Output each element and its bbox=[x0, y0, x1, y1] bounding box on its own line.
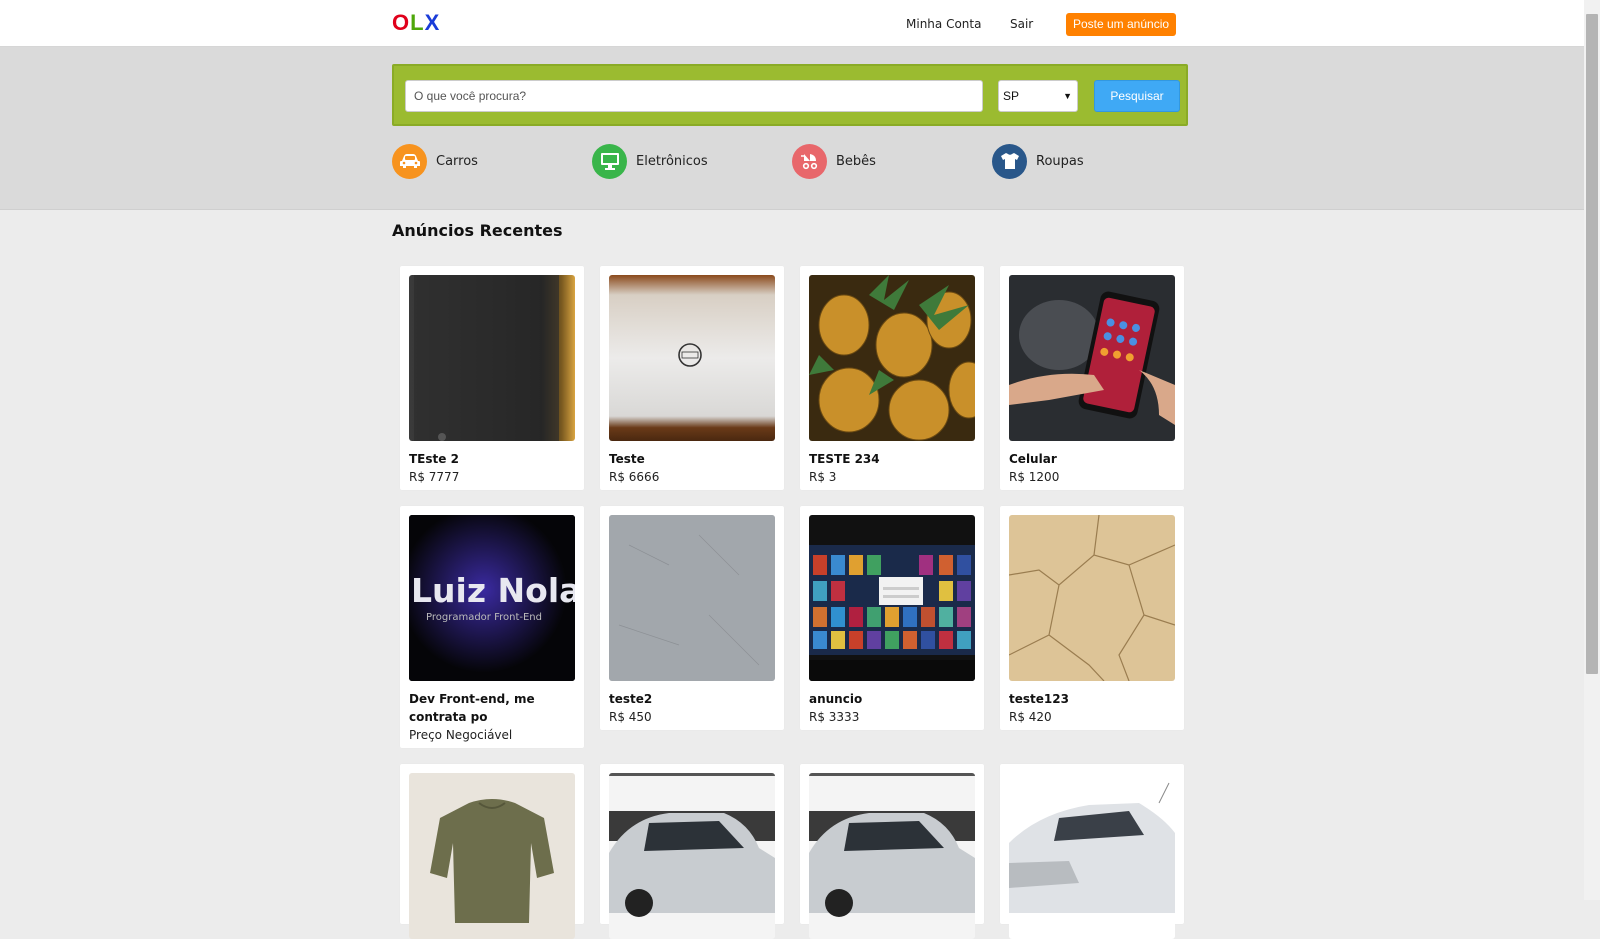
ad-image bbox=[409, 275, 575, 441]
recent-ads-title: Anúncios Recentes bbox=[392, 221, 563, 240]
ad-title: Teste bbox=[609, 452, 645, 466]
olx-logo[interactable]: OLX bbox=[392, 10, 440, 36]
post-ad-button[interactable]: Poste um anúncio bbox=[1066, 13, 1176, 36]
ad-price: R$ 3333 bbox=[809, 710, 860, 724]
baby-stroller-icon bbox=[792, 143, 827, 179]
monitor-icon bbox=[592, 143, 627, 179]
ad-price: R$ 6666 bbox=[609, 470, 660, 484]
category-label: Eletrônicos bbox=[636, 153, 708, 169]
logo-letter-x: X bbox=[424, 10, 441, 35]
page-scrollbar[interactable] bbox=[1584, 0, 1600, 900]
ad-title: Celular bbox=[1009, 452, 1057, 466]
ad-image bbox=[609, 515, 775, 681]
ad-image bbox=[1009, 275, 1175, 441]
category-carros[interactable]: Carros bbox=[392, 143, 478, 179]
logout-link[interactable]: Sair bbox=[1010, 17, 1033, 31]
ad-price: Preço Negociável bbox=[409, 728, 513, 742]
ad-image bbox=[409, 773, 575, 939]
search-section: SP ▼ Pesquisar Carros Eletrônicos Bebês … bbox=[0, 47, 1584, 210]
ad-price: R$ 3 bbox=[809, 470, 837, 484]
ad-card[interactable] bbox=[600, 764, 784, 939]
ad-card[interactable]: anuncio R$ 3333 bbox=[800, 506, 984, 730]
my-account-link[interactable]: Minha Conta bbox=[906, 17, 981, 31]
logo-letter-o: O bbox=[392, 10, 411, 35]
search-box: SP ▼ Pesquisar bbox=[392, 64, 1188, 126]
state-select-value: SP bbox=[1003, 89, 1020, 103]
category-label: Carros bbox=[436, 153, 478, 169]
ad-title: TEste 2 bbox=[409, 452, 459, 466]
ad-card[interactable]: Luiz Nola Programador Front-End Dev Fron… bbox=[400, 506, 584, 748]
ad-image bbox=[1009, 773, 1175, 939]
ad-image bbox=[609, 275, 775, 441]
shirt-icon bbox=[992, 143, 1027, 179]
ad-price: R$ 1200 bbox=[1009, 470, 1060, 484]
ad-card[interactable] bbox=[1000, 764, 1184, 939]
category-eletronicos[interactable]: Eletrônicos bbox=[592, 143, 708, 179]
state-select[interactable]: SP ▼ bbox=[998, 80, 1078, 112]
ad-image bbox=[809, 515, 975, 681]
top-header: OLX Minha Conta Sair Poste um anúncio bbox=[0, 0, 1584, 47]
ad-image-text: Luiz Nola bbox=[411, 571, 575, 610]
ad-card[interactable]: TEste 2 R$ 7777 bbox=[400, 266, 584, 490]
category-label: Roupas bbox=[1036, 153, 1084, 169]
ad-title: anuncio bbox=[809, 692, 863, 706]
ad-image-subtext: Programador Front-End bbox=[426, 612, 542, 623]
logo-letter-l: L bbox=[410, 10, 425, 35]
dropdown-arrow-icon: ▼ bbox=[1063, 91, 1072, 101]
ad-price: R$ 450 bbox=[609, 710, 652, 724]
ad-price: R$ 420 bbox=[1009, 710, 1052, 724]
scrollbar-thumb[interactable] bbox=[1586, 14, 1598, 674]
category-label: Bebês bbox=[836, 153, 876, 169]
search-button[interactable]: Pesquisar bbox=[1094, 80, 1180, 112]
ad-card[interactable] bbox=[400, 764, 584, 939]
ad-image: Luiz Nola Programador Front-End bbox=[409, 515, 575, 681]
ad-image bbox=[809, 773, 975, 939]
ad-card[interactable]: Celular R$ 1200 bbox=[1000, 266, 1184, 490]
ad-card[interactable]: teste2 R$ 450 bbox=[600, 506, 784, 730]
ad-image bbox=[1009, 515, 1175, 681]
ad-image bbox=[609, 773, 775, 939]
ad-title: teste2 bbox=[609, 692, 653, 706]
car-icon bbox=[392, 143, 427, 179]
ad-title: TESTE 234 bbox=[809, 452, 880, 466]
ad-card[interactable]: Teste R$ 6666 bbox=[600, 266, 784, 490]
search-input[interactable] bbox=[405, 80, 983, 112]
ad-card[interactable]: teste123 R$ 420 bbox=[1000, 506, 1184, 730]
ad-card[interactable]: TESTE 234 R$ 3 bbox=[800, 266, 984, 490]
ad-title: Dev Front-end, me contrata po bbox=[409, 692, 535, 724]
ad-image bbox=[809, 275, 975, 441]
ad-title: teste123 bbox=[1009, 692, 1069, 706]
ad-card[interactable] bbox=[800, 764, 984, 939]
category-roupas[interactable]: Roupas bbox=[992, 143, 1084, 179]
ad-price: R$ 7777 bbox=[409, 470, 460, 484]
category-bebes[interactable]: Bebês bbox=[792, 143, 876, 179]
